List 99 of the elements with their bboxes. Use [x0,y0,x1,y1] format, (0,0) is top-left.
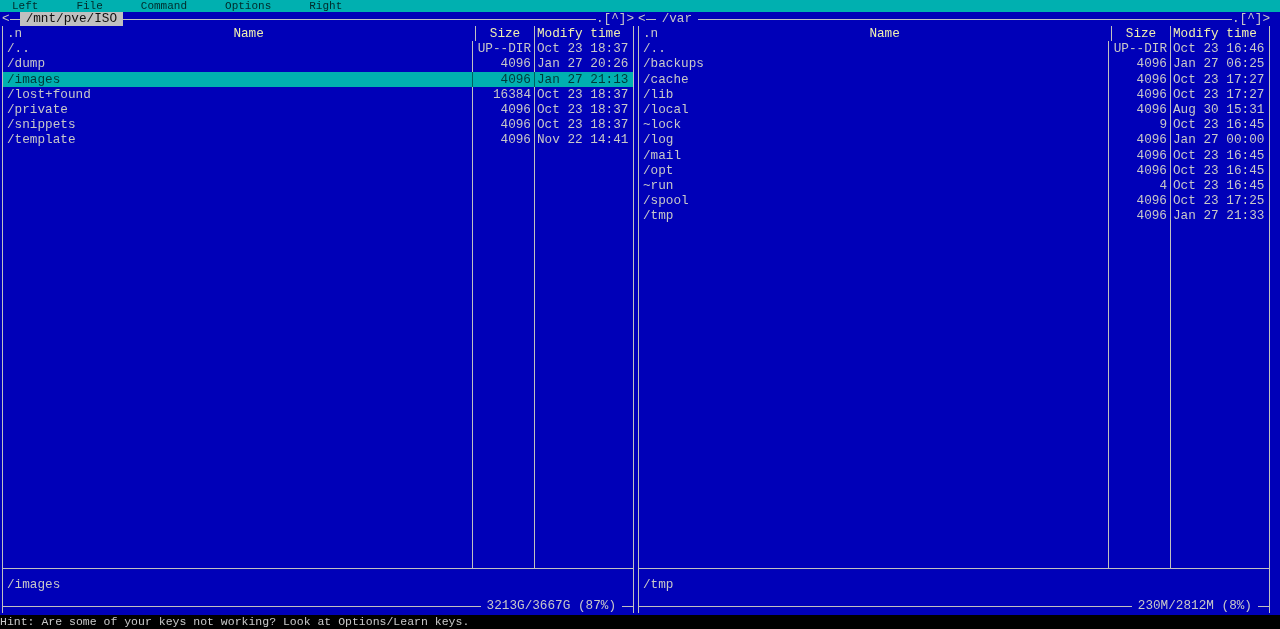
modify-time: Oct 23 16:46 [1173,41,1265,57]
file-row[interactable]: /images 4096 Jan 27 21:13 [3,71,633,87]
file-name: ~lock [643,117,682,133]
modify-time: Oct 23 17:25 [1173,193,1265,209]
file-name: /backups [643,56,704,72]
file-size: 4096 [500,117,531,133]
file-size: 4096 [1136,101,1167,117]
file-row[interactable]: /private 4096 Oct 23 18:37 [3,101,633,118]
disk-usage: 3213G/3667G (87%) [485,599,617,613]
modify-time: Jan 27 06:25 [1173,56,1265,72]
menu-item[interactable]: Command [140,0,188,12]
modify-time: Nov 22 14:41 [537,132,629,148]
file-row[interactable]: /cache 4096 Oct 23 17:27 [639,71,1269,87]
modify-time: Jan 27 21:33 [1173,208,1265,224]
file-name: /opt [643,162,674,178]
file-row[interactable]: /backups 4096 Jan 27 06:25 [639,56,1269,72]
file-name: /template [7,132,76,148]
file-size: 16384 [492,86,531,102]
modify-time: Oct 23 18:37 [537,101,629,117]
file-name: ~run [643,177,674,193]
file-size: 9 [1159,117,1167,133]
file-row[interactable]: /template 4096 Nov 22 14:41 [3,132,633,148]
file-size: UP--DIR [477,41,531,57]
modify-time: Oct 23 16:45 [1173,147,1265,163]
file-row[interactable]: /.. UP--DIR Oct 23 16:46 [639,41,1269,57]
modify-time: Oct 23 16:45 [1173,117,1265,133]
column-header[interactable]: Size [489,26,521,41]
file-row[interactable]: ~run 4 Oct 23 16:45 [639,177,1269,194]
file-size: 4096 [1136,162,1167,178]
modify-time: Aug 30 15:31 [1173,101,1265,117]
file-row[interactable]: /lib 4096 Oct 23 17:27 [639,86,1269,102]
panel-path: /mnt/pve/ISO [19,12,123,26]
file-name: /log [643,132,674,148]
file-size: 4 [1159,177,1167,193]
file-name: /private [7,101,68,117]
column-header[interactable]: Name [22,26,475,42]
file-row[interactable]: /tmp 4096 Jan 27 21:33 [639,208,1269,224]
menu-item[interactable]: File [76,0,103,12]
file-size: 4096 [1136,71,1167,87]
file-name: /snippets [7,117,76,133]
panel-nav-right[interactable]: .[^]> [1231,12,1270,26]
file-name: /lib [643,86,674,102]
file-size: 4096 [1136,147,1167,163]
mini-status: /tmp [643,576,674,592]
modify-time: Oct 23 18:37 [537,86,629,102]
sort-indicator[interactable]: .n [643,26,659,42]
panel-nav-left[interactable]: < [638,12,646,26]
file-row[interactable]: /lost+found 16384 Oct 23 18:37 [3,86,633,102]
disk-usage: 230M/2812M (8%) [1136,599,1253,613]
file-name: /tmp [643,208,674,224]
file-row[interactable]: /snippets 4096 Oct 23 18:37 [3,117,633,133]
modify-time: Oct 23 18:37 [537,117,629,133]
column-header[interactable]: Modify time [537,26,621,41]
file-row[interactable]: /spool 4096 Oct 23 17:25 [639,193,1269,209]
file-size: 4096 [1136,56,1167,72]
file-name: /local [643,101,689,117]
file-size: 4096 [1136,208,1167,224]
file-size: 4096 [500,132,531,148]
file-name: /images [7,71,61,87]
sort-indicator[interactable]: .n [7,26,23,42]
modify-time: Oct 23 18:37 [537,41,629,57]
file-name: /cache [643,71,689,87]
modify-time: Oct 23 17:27 [1173,86,1265,102]
menu-item[interactable]: Right [309,0,343,12]
file-name: /lost+found [7,86,91,102]
file-name: /.. [7,41,30,57]
modify-time: Jan 27 00:00 [1173,132,1265,148]
file-row[interactable]: /dump 4096 Jan 27 20:26 [3,56,633,72]
file-size: 4096 [500,56,531,72]
file-name: /dump [7,56,46,72]
file-size: 4096 [500,71,531,87]
panel-path: /var [660,12,694,26]
file-name: /.. [643,41,666,57]
file-row[interactable]: ~lock 9 Oct 23 16:45 [639,117,1269,133]
modify-time: Oct 23 17:27 [1173,71,1265,87]
file-size: UP--DIR [1113,41,1167,57]
menu-item[interactable]: Options [225,0,272,12]
file-size: 4096 [500,101,531,117]
modify-time: Oct 23 16:45 [1173,162,1265,178]
menu-item[interactable]: Left [12,0,39,12]
modify-time: Oct 23 16:45 [1173,177,1265,193]
file-row[interactable]: /mail 4096 Oct 23 16:45 [639,147,1269,163]
mini-status: /images [7,576,61,592]
modify-time: Jan 27 21:13 [537,71,629,87]
file-row[interactable]: /opt 4096 Oct 23 16:45 [639,162,1269,178]
column-header[interactable]: Size [1125,26,1157,41]
column-header[interactable]: Modify time [1173,26,1257,41]
file-size: 4096 [1136,132,1167,148]
file-row[interactable]: /log 4096 Jan 27 00:00 [639,132,1269,148]
modify-time: Jan 27 20:26 [537,56,629,72]
file-name: /mail [643,147,682,163]
file-row[interactable]: /local 4096 Aug 30 15:31 [639,101,1269,118]
file-size: 4096 [1136,86,1167,102]
panel-nav-left[interactable]: < [2,12,10,26]
column-header[interactable]: Name [658,26,1111,42]
file-row[interactable]: /.. UP--DIR Oct 23 18:37 [3,41,633,57]
file-size: 4096 [1136,193,1167,209]
file-name: /spool [643,193,689,209]
panel-nav-right[interactable]: .[^]> [595,12,634,26]
